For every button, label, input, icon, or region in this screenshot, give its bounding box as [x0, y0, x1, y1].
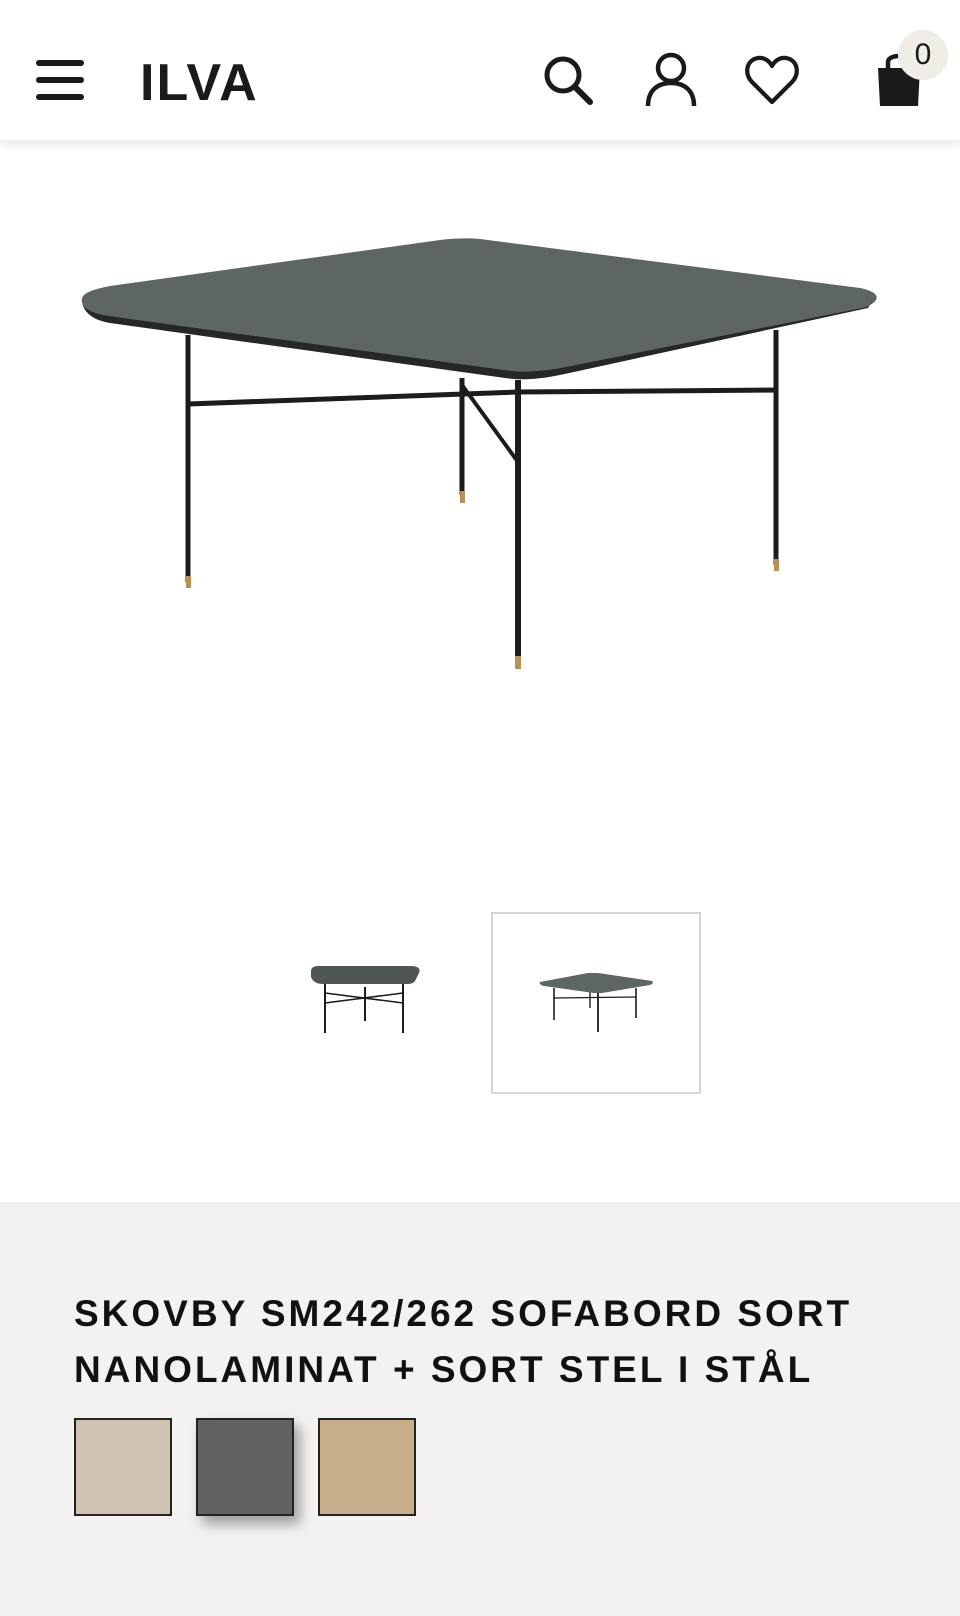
color-swatches: [74, 1418, 416, 1516]
gallery-thumbnail-1[interactable]: [260, 912, 470, 1094]
product-title: SKOVBY SM242/262 SOFABORD SORT NANOLAMIN…: [74, 1286, 894, 1398]
cart-count-badge[interactable]: 0: [898, 30, 948, 80]
site-header: ILVA 0: [0, 0, 960, 140]
heart-icon[interactable]: [744, 54, 800, 106]
thumbnail-image: [539, 973, 653, 1032]
product-brand-model: SKOVBY SM242/262: [74, 1293, 478, 1334]
gallery-thumbnail-2[interactable]: [491, 912, 701, 1094]
account-icon[interactable]: [642, 50, 700, 108]
color-swatch-beige[interactable]: [74, 1418, 172, 1516]
product-info-panel: SKOVBY SM242/262 SOFABORD SORT NANOLAMIN…: [0, 1202, 960, 1616]
logo-text: ILVA: [140, 56, 259, 106]
color-swatch-oak[interactable]: [318, 1418, 416, 1516]
menu-icon[interactable]: [32, 54, 88, 106]
ilva-logo[interactable]: ILVA: [140, 56, 290, 106]
color-swatch-grey-selected[interactable]: [196, 1418, 294, 1516]
thumbnail-image: [311, 966, 420, 1033]
search-icon[interactable]: [540, 52, 596, 108]
product-main-image: [81, 238, 877, 669]
